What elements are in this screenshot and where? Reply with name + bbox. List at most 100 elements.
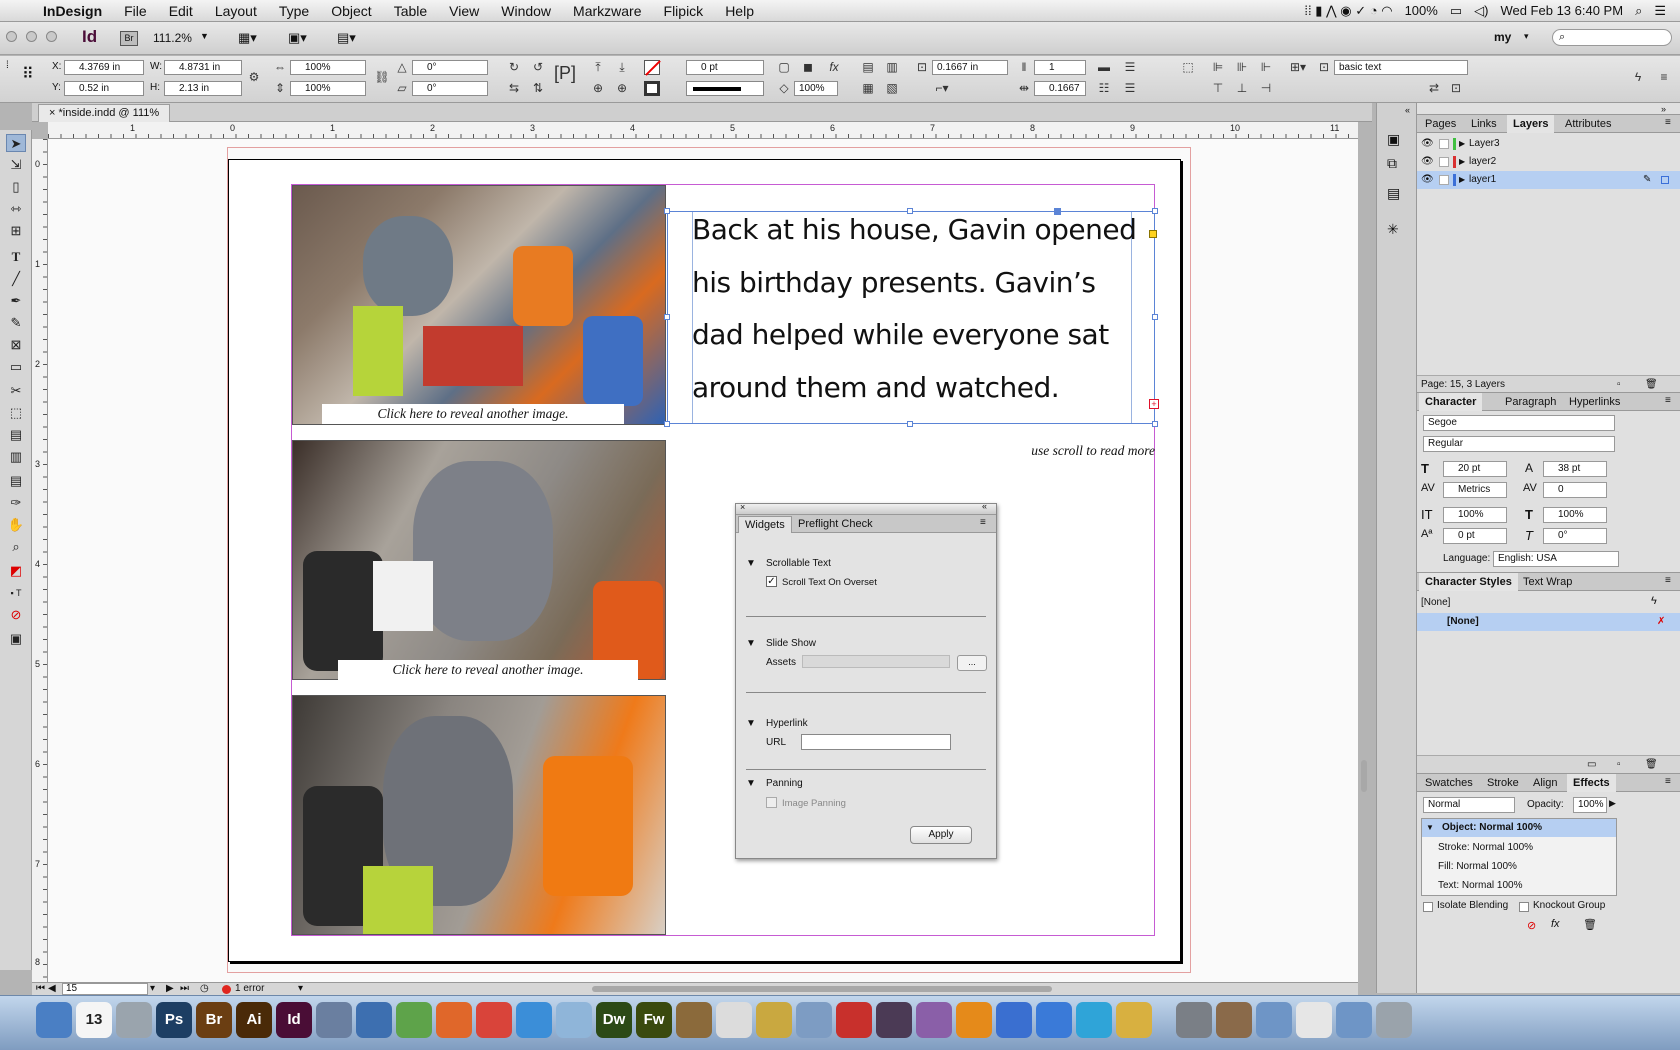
effects-text-row[interactable]: Text: Normal 100% — [1422, 877, 1616, 895]
text-wrap-3-icon[interactable]: ☷ — [1096, 81, 1112, 95]
story-text[interactable]: Back at his house, Gavin opened his birt… — [692, 204, 1152, 414]
dock-app-icon[interactable] — [1116, 1002, 1152, 1038]
layer-name[interactable]: layer1 — [1469, 171, 1496, 189]
volume-icon[interactable]: ◁) — [1474, 3, 1488, 19]
dock-app-icon[interactable]: Id — [276, 1002, 312, 1038]
dock-app-icon[interactable] — [36, 1002, 72, 1038]
line-tool-icon[interactable]: ╱ — [6, 270, 26, 288]
lock-toggle[interactable] — [1439, 139, 1449, 149]
frame-handle[interactable] — [1152, 421, 1158, 427]
flip-vertical-icon[interactable]: ⇅ — [530, 81, 546, 95]
align-top-icon[interactable]: ▤ — [860, 60, 876, 74]
note-tool-icon[interactable]: ▤ — [6, 472, 26, 490]
scrollable-text-disclosure-icon[interactable]: ▼ — [746, 558, 756, 569]
dock-app-icon[interactable]: Br — [196, 1002, 232, 1038]
menu-file[interactable]: File — [113, 3, 158, 19]
workspace-dropdown-icon[interactable]: ▾ — [1524, 31, 1529, 42]
rectangle-tool-icon[interactable]: ▭ — [6, 358, 26, 376]
expand-layer-icon[interactable]: ▶ — [1459, 153, 1465, 171]
panel-menu-icon[interactable]: ≡ — [1656, 70, 1672, 84]
search-field[interactable]: ⌕ — [1552, 29, 1672, 46]
fx-icon[interactable]: fx — [1551, 918, 1560, 930]
minimize-window-button[interactable] — [26, 31, 37, 42]
drop-shadow-icon[interactable]: ▢ — [776, 60, 792, 74]
w-field[interactable]: 4.8731 in — [164, 60, 242, 75]
list-icon[interactable]: ☰ — [1654, 3, 1666, 19]
leading-field[interactable]: 38 pt — [1543, 461, 1607, 477]
dock-app-icon[interactable] — [676, 1002, 712, 1038]
dock-app-icon[interactable] — [756, 1002, 792, 1038]
selection-tool-icon[interactable]: ➤ — [6, 134, 26, 152]
object-style-dropdown[interactable]: basic text — [1334, 60, 1468, 75]
menu-type[interactable]: Type — [268, 3, 320, 19]
frame-handle[interactable] — [1152, 314, 1158, 320]
select-previous-icon[interactable]: ⊕ — [590, 81, 606, 95]
scale-x-field[interactable]: 100% — [290, 60, 366, 75]
align-tops-icon[interactable]: ⊤ — [1210, 81, 1226, 95]
view-options-icon[interactable]: ▦▾ — [238, 30, 257, 46]
zoom-tool-icon[interactable]: ⌕ — [6, 538, 26, 556]
stroke-swatch[interactable] — [644, 81, 660, 96]
dock-app-icon[interactable] — [1336, 1002, 1372, 1038]
blend-mode-dropdown[interactable]: Normal — [1423, 797, 1515, 813]
widgets-panel-titlebar[interactable]: × « — [736, 501, 996, 515]
shadow-icon[interactable]: ◼ — [800, 60, 816, 74]
assets-field[interactable] — [802, 655, 950, 668]
tab-stroke[interactable]: Stroke — [1481, 774, 1525, 792]
error-count[interactable]: 1 error — [235, 983, 264, 994]
menu-view[interactable]: View — [438, 3, 490, 19]
dock-app-icon[interactable] — [1076, 1002, 1112, 1038]
object-states-panel-icon[interactable]: ⧉ — [1387, 155, 1397, 172]
font-family-dropdown[interactable]: Segoe — [1423, 415, 1615, 431]
menu-flipick[interactable]: Flipick — [653, 3, 715, 19]
close-window-button[interactable] — [6, 31, 17, 42]
first-page-icon[interactable]: ⏮ — [36, 983, 45, 994]
panel-menu-icon[interactable]: ≡ — [1665, 776, 1671, 787]
skew-field[interactable]: 0° — [1543, 528, 1607, 544]
gutter-field[interactable]: 0.1667 — [1034, 81, 1086, 96]
scroll-overset-checkbox[interactable]: ✓ — [766, 576, 777, 587]
menu-window[interactable]: Window — [490, 3, 562, 19]
stroke-type-dropdown[interactable] — [686, 81, 764, 96]
zoom-window-button[interactable] — [46, 31, 57, 42]
expand-dock-icon[interactable]: « — [1405, 105, 1410, 115]
effects-object-row[interactable]: ▼ Object: Normal 100% — [1422, 819, 1616, 837]
tab-character-styles[interactable]: Character Styles — [1419, 573, 1518, 591]
flip-icon[interactable]: ⇆ — [506, 81, 522, 95]
url-input[interactable] — [801, 734, 951, 750]
panel-menu-icon[interactable]: ≡ — [1665, 395, 1671, 406]
dock-app-icon[interactable]: Ps — [156, 1002, 192, 1038]
dock-app-icon[interactable] — [956, 1002, 992, 1038]
image-caption[interactable]: Click here to reveal another image. — [322, 404, 624, 424]
formatting-container-icon[interactable]: ▪ T — [6, 584, 26, 602]
tab-swatches[interactable]: Swatches — [1419, 774, 1479, 792]
clear-effects-icon[interactable]: ⊘ — [1527, 919, 1536, 932]
expand-layer-icon[interactable]: ▶ — [1459, 135, 1465, 153]
menu-help[interactable]: Help — [714, 3, 765, 19]
select-content-icon[interactable]: ⤓ — [614, 60, 630, 74]
buttons-panel-icon[interactable]: ▣ — [1387, 131, 1400, 148]
tab-hyperlinks[interactable]: Hyperlinks — [1563, 393, 1626, 411]
tab-links[interactable]: Links — [1465, 115, 1503, 133]
collapse-dock-icon[interactable]: » — [1661, 104, 1666, 114]
tab-text-wrap[interactable]: Text Wrap — [1517, 573, 1578, 591]
dock-app-icon[interactable] — [516, 1002, 552, 1038]
frame-handle[interactable] — [664, 208, 670, 214]
new-style-icon[interactable]: ▫ — [1617, 756, 1621, 774]
select-next-icon[interactable]: ⊕ — [614, 81, 630, 95]
rotate-field[interactable]: 0° — [412, 60, 488, 75]
photo-birthday-gifts[interactable] — [292, 185, 666, 425]
dock-app-icon[interactable]: Fw — [636, 1002, 672, 1038]
constrain-proportions-icon[interactable]: ⚙ — [246, 70, 262, 84]
battery-percent[interactable]: 100% — [1405, 3, 1438, 18]
dock-app-icon[interactable] — [1296, 1002, 1332, 1038]
rectangle-frame-tool-icon[interactable]: ⊠ — [6, 336, 26, 354]
columns-field[interactable]: 1 — [1034, 60, 1086, 75]
collapse-panel-icon[interactable]: « — [982, 501, 987, 511]
inset-field[interactable]: 0.1667 in — [932, 60, 1008, 75]
dock-app-icon[interactable] — [1176, 1002, 1212, 1038]
panel-menu-icon[interactable]: ≡ — [980, 517, 986, 528]
language-dropdown[interactable]: English: USA — [1493, 551, 1619, 567]
type-tool-icon[interactable]: T — [6, 248, 26, 266]
frame-handle[interactable] — [907, 421, 913, 427]
